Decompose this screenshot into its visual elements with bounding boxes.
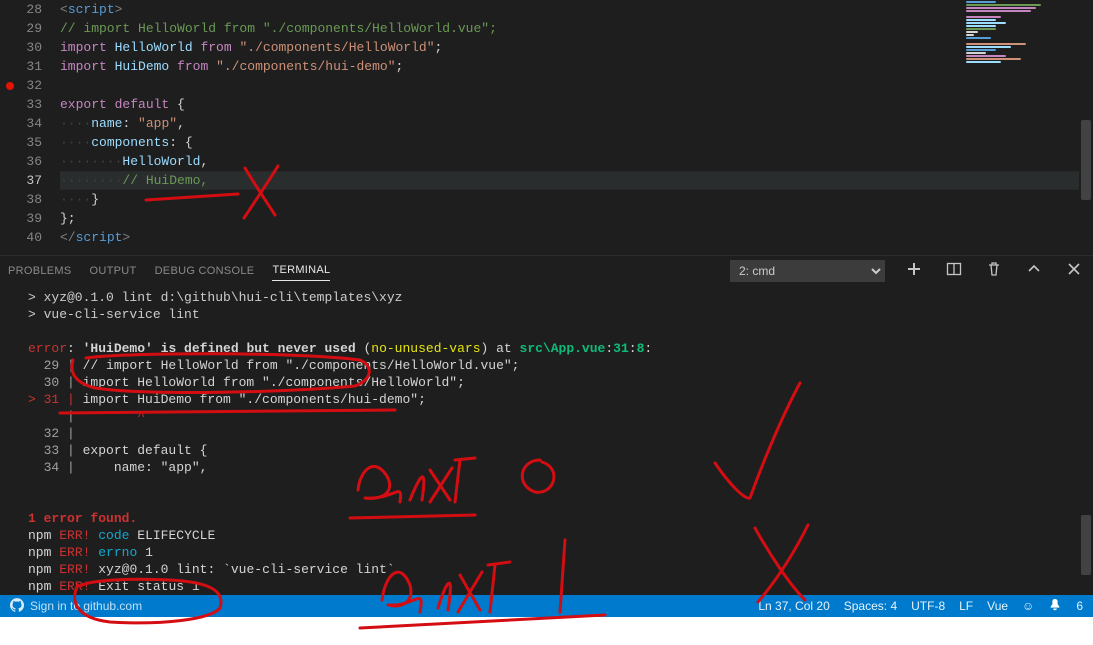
line-number: 37 (0, 171, 42, 190)
code-line[interactable]: ····} (60, 190, 1093, 209)
line-number-gutter: 28293031323334353637383940 (0, 0, 60, 255)
kill-terminal-button[interactable] (983, 260, 1005, 282)
close-panel-button[interactable] (1063, 260, 1085, 282)
terminal-line: 29 | // import HelloWorld from "./compon… (28, 357, 1083, 374)
line-number: 40 (0, 228, 42, 247)
breakpoint-indicator[interactable] (6, 82, 14, 90)
line-number: 28 (0, 0, 42, 19)
line-number: 30 (0, 38, 42, 57)
line-number: 31 (0, 57, 42, 76)
code-line[interactable]: ········HelloWorld, (60, 152, 1093, 171)
code-line[interactable] (60, 76, 1093, 95)
terminal-line: npm ERR! code ELIFECYCLE (28, 527, 1083, 544)
editor-pane[interactable]: 28293031323334353637383940 <script>// im… (0, 0, 1093, 255)
close-icon (1066, 261, 1082, 280)
panel-tabbar: PROBLEMS OUTPUT DEBUG CONSOLE TERMINAL 2… (0, 255, 1093, 285)
status-bar: Sign in to github.com Ln 37, Col 20 Spac… (0, 595, 1093, 617)
code-line[interactable]: export default { (60, 95, 1093, 114)
tab-debug-console[interactable]: DEBUG CONSOLE (155, 261, 255, 281)
code-area[interactable]: <script>// import HelloWorld from "./com… (60, 0, 1093, 255)
bell-icon[interactable] (1048, 598, 1062, 615)
terminal-line: | ^ (28, 408, 1083, 425)
line-number: 29 (0, 19, 42, 38)
code-line[interactable]: <script> (60, 0, 1093, 19)
code-line[interactable]: import HuiDemo from "./components/hui-de… (60, 57, 1093, 76)
line-number: 39 (0, 209, 42, 228)
editor-scrollbar[interactable] (1079, 0, 1093, 255)
terminal-line: > xyz@0.1.0 lint d:\github\hui-cli\templ… (28, 289, 1083, 306)
status-eol[interactable]: LF (959, 599, 973, 613)
chevron-up-icon (1026, 261, 1042, 280)
trash-icon (986, 261, 1002, 280)
line-number: 33 (0, 95, 42, 114)
editor-scrollbar-thumb[interactable] (1081, 120, 1091, 200)
code-line[interactable]: ····components: { (60, 133, 1093, 152)
code-line[interactable]: </script> (60, 228, 1093, 247)
terminal-line: 33 | export default { (28, 442, 1083, 459)
code-line[interactable]: ····name: "app", (60, 114, 1093, 133)
terminal-line: 32 | (28, 425, 1083, 442)
terminal-pane[interactable]: > xyz@0.1.0 lint d:\github\hui-cli\templ… (0, 285, 1093, 595)
blank-area (0, 617, 1093, 645)
terminal-line: > vue-cli-service lint (28, 306, 1083, 323)
terminal-line: npm ERR! xyz@0.1.0 lint: `vue-cli-servic… (28, 561, 1083, 578)
code-line[interactable]: import HelloWorld from "./components/Hel… (60, 38, 1093, 57)
tab-output[interactable]: OUTPUT (90, 261, 137, 281)
code-line[interactable]: }; (60, 209, 1093, 228)
terminal-line: npm ERR! Exit status 1 (28, 578, 1083, 595)
github-icon (10, 598, 24, 615)
split-icon (946, 261, 962, 280)
new-terminal-button[interactable] (903, 260, 925, 282)
terminal-scrollbar-thumb[interactable] (1081, 515, 1091, 575)
code-line[interactable]: ········// HuiDemo, (60, 171, 1093, 190)
status-signin[interactable]: Sign in to github.com (30, 599, 142, 613)
maximize-panel-button[interactable] (1023, 260, 1045, 282)
line-number: 36 (0, 152, 42, 171)
line-number: 34 (0, 114, 42, 133)
split-terminal-button[interactable] (943, 260, 965, 282)
tab-problems[interactable]: PROBLEMS (8, 261, 72, 281)
status-encoding[interactable]: UTF-8 (911, 599, 945, 613)
status-feedback[interactable]: ☺ (1022, 599, 1034, 613)
terminal-line: error: 'HuiDemo' is defined but never us… (28, 340, 1083, 357)
line-number: 35 (0, 133, 42, 152)
plus-icon (906, 261, 922, 280)
tab-terminal[interactable]: TERMINAL (272, 260, 330, 281)
status-notifications[interactable]: 6 (1076, 599, 1083, 613)
terminal-line: > 31 | import HuiDemo from "./components… (28, 391, 1083, 408)
terminal-selector[interactable]: 2: cmd (730, 260, 885, 282)
terminal-line: 34 | name: "app", (28, 459, 1083, 476)
terminal-line: 1 error found. (28, 510, 1083, 527)
status-language[interactable]: Vue (987, 599, 1008, 613)
line-number: 38 (0, 190, 42, 209)
status-spaces[interactable]: Spaces: 4 (844, 599, 897, 613)
code-line[interactable]: // import HelloWorld from "./components/… (60, 19, 1093, 38)
terminal-line (28, 476, 1083, 493)
terminal-line (28, 323, 1083, 340)
terminal-line (28, 493, 1083, 510)
terminal-scrollbar[interactable] (1079, 285, 1093, 595)
terminal-line: npm ERR! errno 1 (28, 544, 1083, 561)
status-ln-col[interactable]: Ln 37, Col 20 (758, 599, 829, 613)
terminal-line: 30 | import HelloWorld from "./component… (28, 374, 1083, 391)
